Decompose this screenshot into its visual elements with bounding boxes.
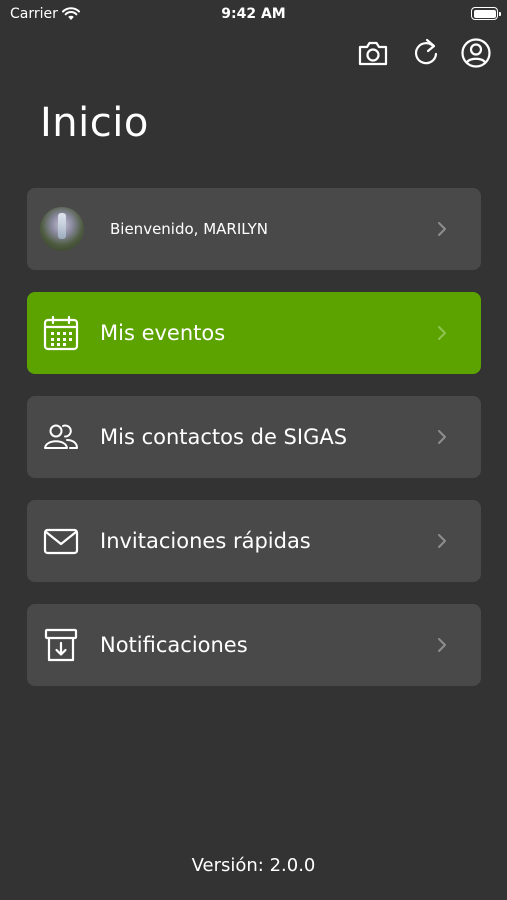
welcome-label: Bienvenido, MARILYN xyxy=(110,220,269,238)
user-circle-icon xyxy=(461,38,491,68)
battery-icon xyxy=(471,7,501,20)
home-screen: Carrier 9:42 AM Inicio Bienvenido, MARIL… xyxy=(0,0,507,900)
envelope-icon xyxy=(43,528,79,555)
clock: 9:42 AM xyxy=(221,6,286,22)
menu-item-label: Mis eventos xyxy=(100,321,226,345)
menu-item-notificaciones[interactable]: Notificaciones xyxy=(27,604,481,686)
chevron-right-icon xyxy=(438,638,446,652)
users-icon xyxy=(44,424,78,449)
calendar-icon xyxy=(43,315,79,351)
menu-item-invitaciones-rapidas[interactable]: Invitaciones rápidas xyxy=(27,500,481,582)
chevron-right-icon xyxy=(438,430,446,444)
refresh-button[interactable] xyxy=(410,37,442,69)
menu-item-mis-contactos[interactable]: Mis contactos de SIGAS xyxy=(27,396,481,478)
version-label: Versión: 2.0.0 xyxy=(191,855,316,876)
menu-item-label: Mis contactos de SIGAS xyxy=(100,425,348,449)
chevron-right-icon xyxy=(438,326,446,340)
profile-button[interactable] xyxy=(460,37,492,69)
camera-button[interactable] xyxy=(357,37,389,69)
menu-item-label: Notificaciones xyxy=(100,633,248,657)
menu-item-label: Invitaciones rápidas xyxy=(100,529,311,553)
status-bar: Carrier 9:42 AM xyxy=(0,0,507,28)
archive-download-icon xyxy=(44,628,78,662)
menu-item-mis-eventos[interactable]: Mis eventos xyxy=(27,292,481,374)
avatar xyxy=(40,207,84,251)
chevron-right-icon xyxy=(438,222,446,236)
camera-icon xyxy=(358,41,388,66)
chevron-right-icon xyxy=(438,534,446,548)
welcome-card[interactable]: Bienvenido, MARILYN xyxy=(27,188,481,270)
page-title: Inicio xyxy=(40,100,149,146)
refresh-icon xyxy=(414,38,438,65)
